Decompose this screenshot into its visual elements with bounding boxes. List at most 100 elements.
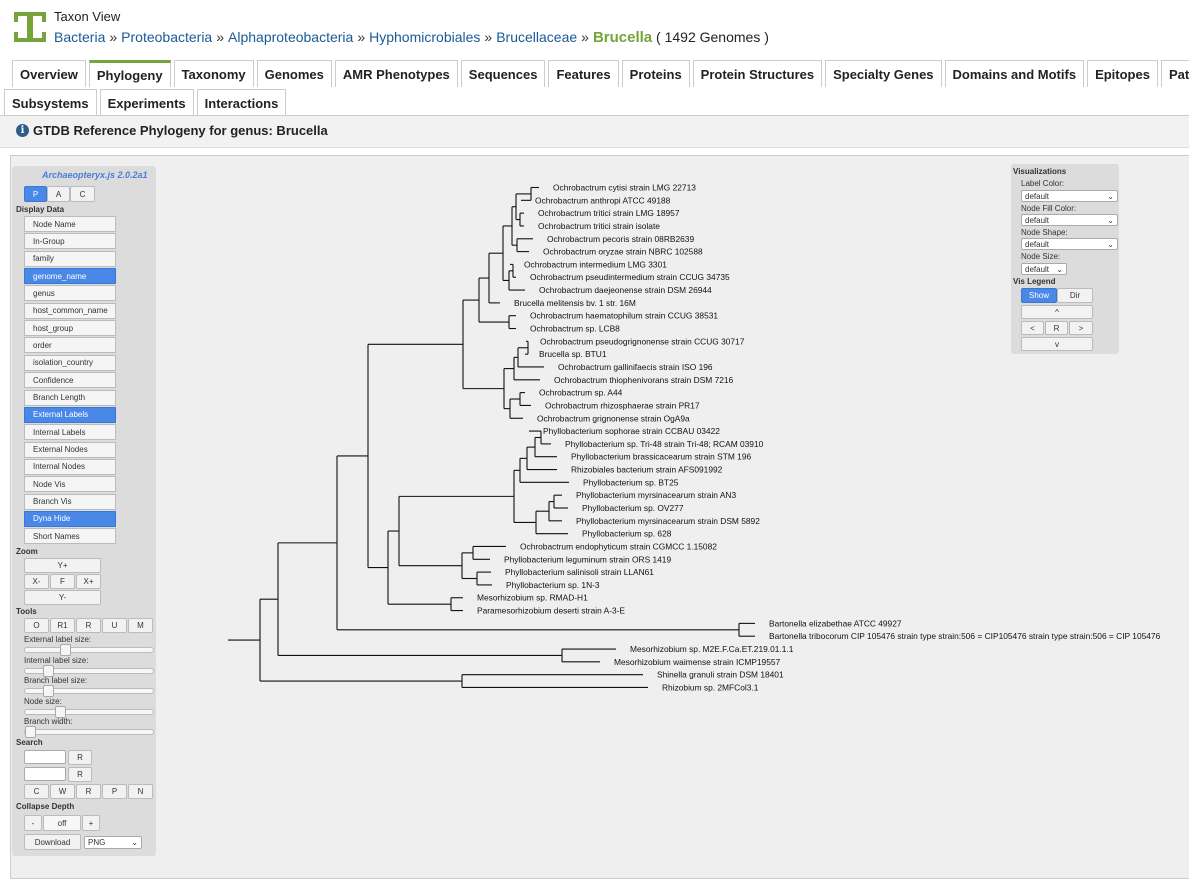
slider-handle[interactable] bbox=[42, 685, 54, 697]
tab-sequences[interactable]: Sequences bbox=[460, 60, 546, 87]
slider-handle[interactable] bbox=[25, 726, 36, 738]
slider-handle[interactable] bbox=[60, 644, 72, 656]
breadcrumb-link-bacteria[interactable]: Bacteria bbox=[54, 29, 105, 45]
tab-features[interactable]: Features bbox=[548, 60, 619, 87]
leaf-label[interactable]: Bartonella tribocorum CIP 105476 strain … bbox=[769, 631, 1161, 641]
mode-p-button[interactable]: P bbox=[24, 186, 47, 202]
tab-amr-phenotypes[interactable]: AMR Phenotypes bbox=[334, 60, 458, 87]
leaf-label[interactable]: Brucella sp. BTU1 bbox=[539, 349, 607, 359]
leaf-label[interactable]: Ochrobactrum rhizosphaerae strain PR17 bbox=[545, 400, 700, 410]
leaf-label[interactable]: Ochrobactrum grignonense strain OgA9a bbox=[537, 413, 690, 423]
search-input-2[interactable] bbox=[24, 767, 66, 781]
leaf-label[interactable]: Ochrobactrum tritici strain isolate bbox=[538, 221, 660, 231]
leaf-label[interactable]: Ochrobactrum pseudintermedium strain CCU… bbox=[530, 272, 730, 282]
display-option-internal-labels[interactable]: Internal Labels bbox=[24, 424, 116, 441]
zoom-x-minus-button[interactable]: X- bbox=[24, 574, 49, 589]
display-option-branch-vis[interactable]: Branch Vis bbox=[24, 493, 116, 510]
tool-m-button[interactable]: M bbox=[128, 618, 153, 633]
leaf-label[interactable]: Ochrobactrum haematophilum strain CCUG 3… bbox=[530, 311, 718, 321]
breadcrumb-link-hyphomicrobiales[interactable]: Hyphomicrobiales bbox=[369, 29, 480, 45]
size-slider-track[interactable] bbox=[24, 644, 154, 656]
display-option-host-group[interactable]: host_group bbox=[24, 320, 116, 337]
leaf-label[interactable]: Ochrobactrum sp. LCB8 bbox=[530, 324, 620, 334]
size-slider-track[interactable] bbox=[24, 665, 154, 677]
display-option-genus[interactable]: genus bbox=[24, 285, 116, 302]
download-format-select[interactable]: PNG ⌄ bbox=[84, 836, 142, 849]
search-p-button[interactable]: P bbox=[102, 784, 127, 799]
tab-subsystems[interactable]: Subsystems bbox=[4, 89, 97, 116]
tab-experiments[interactable]: Experiments bbox=[99, 89, 194, 116]
search-reset-button-1[interactable]: R bbox=[68, 750, 92, 765]
zoom-y-minus-button[interactable]: Y- bbox=[24, 590, 101, 605]
leaf-label[interactable]: Phyllobacterium sp. 628 bbox=[582, 529, 672, 539]
leaf-label[interactable]: Phyllobacterium brassicacearum strain ST… bbox=[571, 452, 751, 462]
breadcrumb-link-brucellaceae[interactable]: Brucellaceae bbox=[496, 29, 577, 45]
leaf-label[interactable]: Phyllobacterium sp. BT25 bbox=[583, 477, 679, 487]
info-icon[interactable]: i bbox=[16, 124, 29, 137]
collapse-plus-button[interactable]: + bbox=[82, 815, 100, 831]
search-input-1[interactable] bbox=[24, 750, 66, 764]
leaf-label[interactable]: Ochrobactrum thiophenivorans strain DSM … bbox=[554, 375, 734, 385]
breadcrumb-link-proteobacteria[interactable]: Proteobacteria bbox=[121, 29, 212, 45]
tool-u-button[interactable]: U bbox=[102, 618, 127, 633]
display-option-node-vis[interactable]: Node Vis bbox=[24, 476, 116, 493]
breadcrumb-link-alphaproteobacteria[interactable]: Alphaproteobacteria bbox=[228, 29, 353, 45]
tool-r-button[interactable]: R bbox=[76, 618, 101, 633]
leaf-label[interactable]: Bartonella elizabethae ATCC 49927 bbox=[769, 618, 902, 628]
mode-c-button[interactable]: C bbox=[70, 186, 95, 202]
search-c-button[interactable]: C bbox=[24, 784, 49, 799]
leaf-label[interactable]: Phyllobacterium sophorae strain CCBAU 03… bbox=[543, 426, 720, 436]
leaf-label[interactable]: Ochrobactrum gallinifaecis strain ISO 19… bbox=[558, 362, 713, 372]
zoom-fit-button[interactable]: F bbox=[50, 574, 75, 589]
search-w-button[interactable]: W bbox=[50, 784, 75, 799]
collapse-minus-button[interactable]: - bbox=[24, 815, 42, 831]
leaf-label[interactable]: Ochrobactrum sp. A44 bbox=[539, 388, 623, 398]
size-slider-track[interactable] bbox=[24, 726, 154, 738]
leaf-label[interactable]: Ochrobactrum daejeonense strain DSM 2694… bbox=[539, 285, 712, 295]
leaf-label[interactable]: Ochrobactrum pseudogrignonense strain CC… bbox=[540, 336, 745, 346]
node-shape-select[interactable]: default ⌄ bbox=[1021, 238, 1118, 250]
display-option-order[interactable]: order bbox=[24, 337, 116, 354]
node-size-select[interactable]: default ⌄ bbox=[1021, 263, 1067, 275]
tab-specialty-genes[interactable]: Specialty Genes bbox=[825, 60, 942, 87]
leaf-label[interactable]: Phyllobacterium salinisoli strain LLAN61 bbox=[505, 567, 654, 577]
pan-up-button[interactable]: ^ bbox=[1021, 305, 1093, 319]
leaf-label[interactable]: Brucella melitensis bv. 1 str. 16M bbox=[514, 298, 636, 308]
leaf-label[interactable]: Rhizobiales bacterium strain AFS091992 bbox=[571, 465, 723, 475]
display-option-branch-length[interactable]: Branch Length bbox=[24, 389, 116, 406]
leaf-label[interactable]: Ochrobactrum oryzae strain NBRC 102588 bbox=[543, 247, 703, 257]
display-option-in-group[interactable]: In-Group bbox=[24, 233, 116, 250]
display-option-external-labels[interactable]: External Labels bbox=[24, 406, 116, 423]
display-option-external-nodes[interactable]: External Nodes bbox=[24, 441, 116, 458]
display-option-family[interactable]: family bbox=[24, 250, 116, 267]
tab-protein-structures[interactable]: Protein Structures bbox=[692, 60, 823, 87]
mode-a-button[interactable]: A bbox=[47, 186, 70, 202]
tab-phylogeny[interactable]: Phylogeny bbox=[88, 60, 171, 87]
display-option-isolation-country[interactable]: isolation_country bbox=[24, 354, 116, 371]
leaf-label[interactable]: Paramesorhizobium deserti strain A-3-E bbox=[477, 606, 625, 616]
search-reset-button-2[interactable]: R bbox=[68, 767, 92, 782]
pan-reset-button[interactable]: R bbox=[1045, 321, 1068, 335]
leaf-label[interactable]: Mesorhizobium sp. RMAD-H1 bbox=[477, 593, 588, 603]
leaf-label[interactable]: Ochrobactrum anthropi ATCC 49188 bbox=[535, 195, 671, 205]
legend-dir-button[interactable]: Dir bbox=[1057, 288, 1093, 303]
tool-r1-button[interactable]: R1 bbox=[50, 618, 75, 633]
leaf-label[interactable]: Phyllobacterium sp. 1N-3 bbox=[506, 580, 600, 590]
download-button[interactable]: Download bbox=[24, 834, 81, 850]
leaf-label[interactable]: Mesorhizobium waimense strain ICMP19557 bbox=[614, 657, 781, 667]
tab-proteins[interactable]: Proteins bbox=[621, 60, 690, 87]
leaf-label[interactable]: Ochrobactrum cytisi strain LMG 22713 bbox=[553, 183, 696, 193]
leaf-label[interactable]: Shinella granuli strain DSM 18401 bbox=[657, 670, 784, 680]
display-option-short-names[interactable]: Short Names bbox=[24, 528, 116, 545]
leaf-label[interactable]: Phyllobacterium leguminum strain ORS 141… bbox=[504, 554, 671, 564]
display-option-genome-name[interactable]: genome_name bbox=[24, 268, 116, 285]
leaf-label[interactable]: Rhizobium sp. 2MFCol3.1 bbox=[662, 682, 759, 692]
pan-left-button[interactable]: < bbox=[1021, 321, 1044, 335]
leaf-label[interactable]: Phyllobacterium sp. OV277 bbox=[582, 503, 684, 513]
tool-o-button[interactable]: O bbox=[24, 618, 49, 633]
zoom-x-plus-button[interactable]: X+ bbox=[76, 574, 101, 589]
display-option-dyna-hide[interactable]: Dyna Hide bbox=[24, 510, 116, 527]
display-option-internal-nodes[interactable]: Internal Nodes bbox=[24, 458, 116, 475]
size-slider-track[interactable] bbox=[24, 685, 154, 697]
legend-show-button[interactable]: Show bbox=[1021, 288, 1057, 303]
